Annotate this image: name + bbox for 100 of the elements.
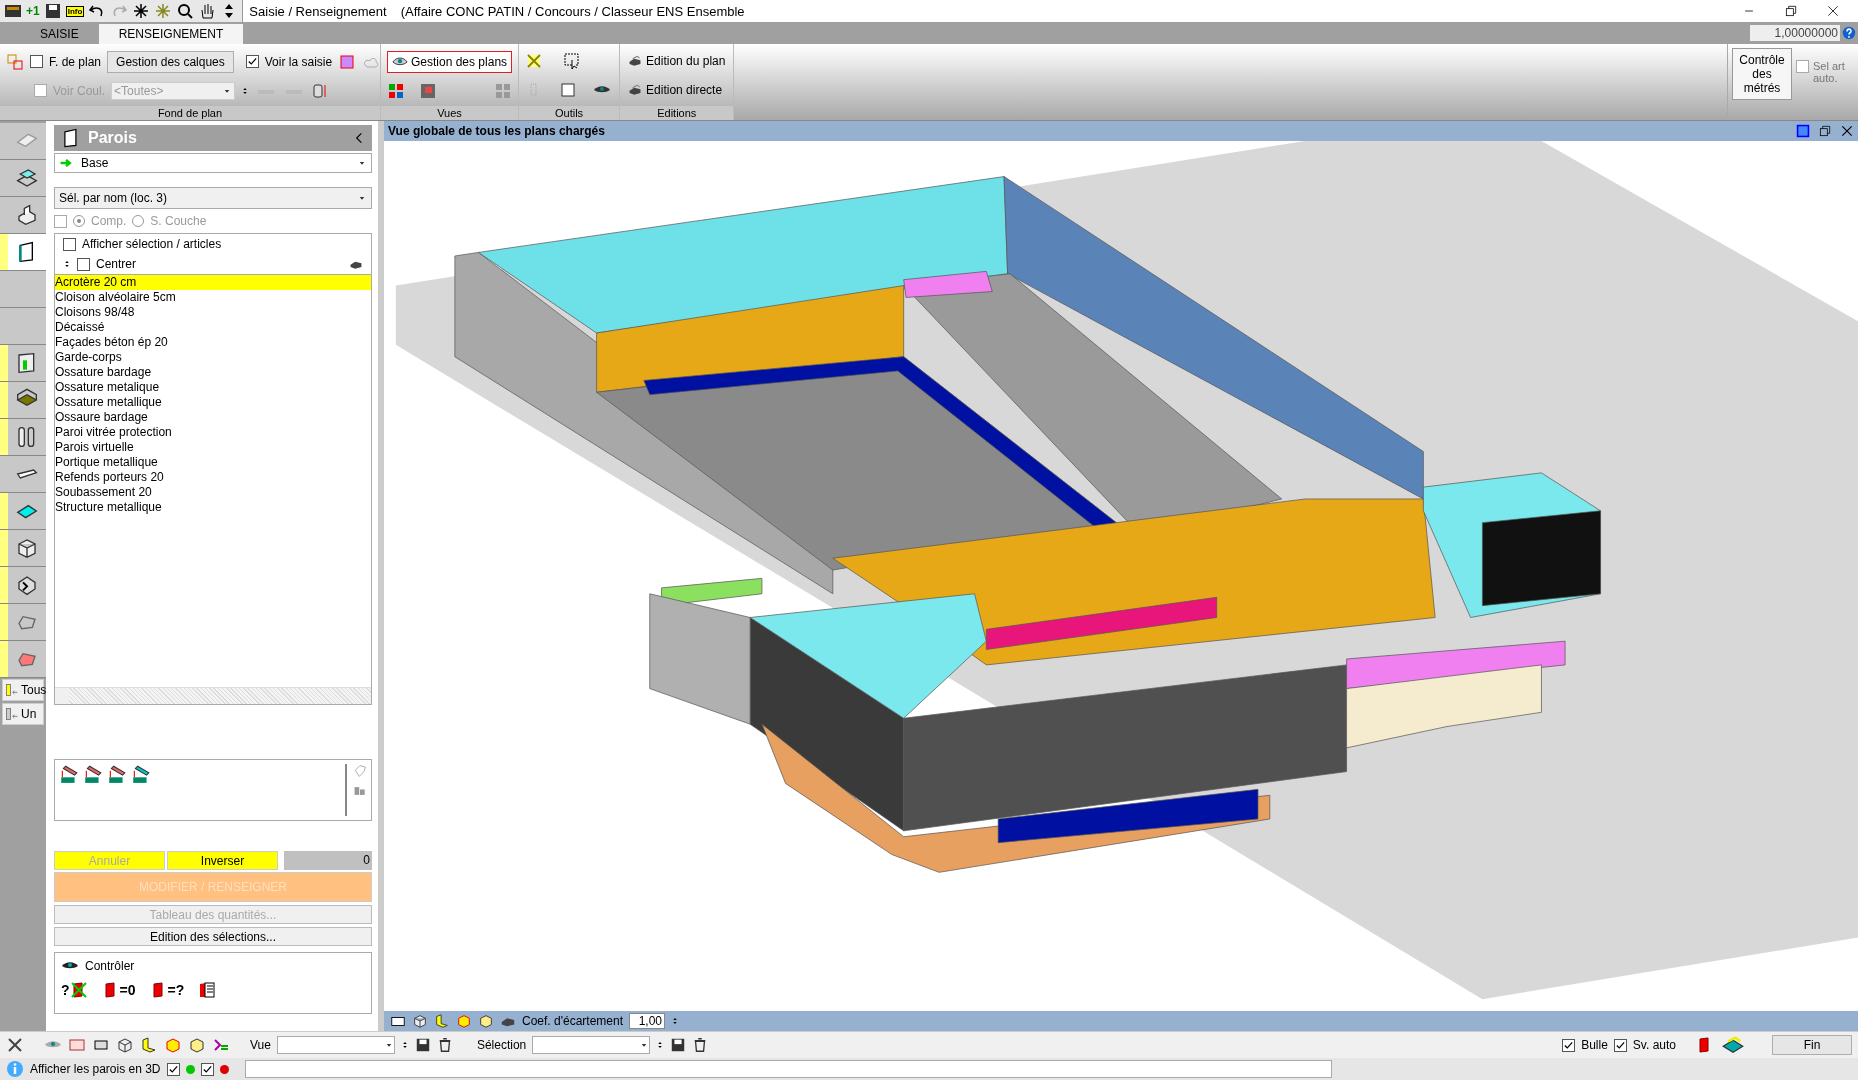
cube-icon[interactable] — [478, 1013, 494, 1029]
info-button[interactable]: Info — [65, 5, 85, 17]
cube-icon[interactable] — [116, 1036, 134, 1054]
quantity-check-button[interactable]: Contrôle des métrés — [1732, 48, 1792, 100]
checkbox-label: F. de plan — [49, 54, 102, 69]
invert-button[interactable]: Inverser — [167, 851, 278, 870]
tool-tab[interactable] — [0, 160, 46, 197]
copy-icon[interactable] — [353, 784, 367, 798]
tool-tab[interactable] — [0, 234, 46, 271]
view-title: Vue globale de tous les plans chargés — [388, 124, 606, 138]
cube-icon[interactable] — [188, 1036, 206, 1054]
control-label: Contrôler — [85, 959, 135, 973]
checkbox[interactable] — [1562, 1038, 1576, 1052]
layers-button[interactable]: Gestion des calques — [107, 50, 234, 73]
group-label: Outils — [519, 106, 620, 120]
finish-button[interactable]: Fin — [1772, 1035, 1852, 1055]
hand-icon[interactable] — [198, 2, 217, 20]
check-tool-button[interactable]: ? — [61, 981, 88, 999]
edit-plan-button[interactable]: Edition du plan — [626, 51, 728, 70]
checkbox[interactable] — [245, 55, 259, 68]
selection-dropdown[interactable]: Sél. par nom (loc. 3) — [54, 187, 372, 209]
tool-tab[interactable] — [0, 530, 46, 567]
save-icon[interactable] — [414, 1037, 431, 1053]
printer-icon[interactable] — [628, 82, 643, 97]
checkbox-label: Sel art auto. — [1813, 60, 1846, 84]
cube-icon[interactable] — [412, 1013, 428, 1029]
save-icon[interactable] — [670, 1037, 687, 1053]
checkbox[interactable] — [200, 1062, 214, 1076]
window-subtitle: (Affaire CONC PATIN / Concours / Classeur ENS Ensemble — [400, 3, 745, 19]
plans-button[interactable]: Gestion des plans — [387, 50, 513, 73]
restore-icon[interactable] — [1818, 124, 1832, 138]
plan-stack-icon[interactable] — [1720, 1034, 1746, 1056]
save-icon[interactable] — [43, 2, 62, 20]
group-label: Editions — [620, 106, 734, 120]
checkbox-label: Centrer — [96, 257, 137, 271]
cross-icon[interactable] — [525, 51, 544, 70]
wall-raise-icon[interactable] — [83, 764, 103, 784]
add-button[interactable]: +1 — [26, 4, 40, 18]
stairs-icon[interactable] — [15, 203, 39, 227]
scale-field[interactable]: 1,00000000 — [1750, 25, 1840, 41]
book-list-icon[interactable] — [198, 981, 217, 999]
count-field: 0 — [284, 851, 372, 870]
tool-tab[interactable] — [0, 345, 46, 382]
radio-label: S. Couche — [150, 214, 207, 228]
group-label: Vues — [381, 106, 519, 120]
tool-tab[interactable] — [0, 197, 46, 234]
base-dropdown[interactable]: Base — [54, 153, 372, 173]
checkbox-label: Afficher sélection / articles — [82, 237, 222, 251]
filter-button[interactable]: Un — [2, 703, 44, 725]
checkbox[interactable] — [77, 257, 90, 271]
corner-icon[interactable] — [434, 1013, 450, 1029]
filter-button[interactable]: Tous — [2, 679, 44, 701]
checkbox[interactable] — [63, 237, 76, 251]
checkbox-label: Bulle — [1581, 1038, 1608, 1052]
window-icon[interactable] — [1796, 124, 1810, 138]
cube-icon[interactable] — [15, 536, 39, 560]
radio-label: Comp. — [91, 214, 127, 228]
spacing-label: Coef. d'écartement — [522, 1014, 623, 1028]
checkbox[interactable] — [166, 1062, 180, 1076]
list-item[interactable]: Acrotère 20 cm — [55, 275, 371, 290]
plan-overlay-icon[interactable] — [418, 81, 437, 100]
selection-label: Sélection — [476, 1038, 527, 1052]
grid-colored-icon[interactable] — [387, 81, 405, 100]
check-tool-button[interactable]: =0 — [101, 981, 136, 999]
wall-raise-icon[interactable] — [59, 764, 79, 784]
horizontal-scrollbar[interactable] — [55, 687, 371, 704]
status-label: Afficher les parois en 3D — [30, 1062, 161, 1076]
close-icon[interactable] — [1826, 4, 1840, 18]
checkbox-label: Voir la saisie — [264, 54, 333, 69]
panel-title: Parois — [88, 129, 138, 147]
printer-icon[interactable] — [628, 53, 643, 68]
view-label: Vue — [250, 1038, 271, 1052]
group-label: Fond de plan — [0, 106, 380, 120]
spacing-field[interactable]: 1,00 — [629, 1013, 665, 1029]
app-logo-icon — [4, 2, 22, 20]
tool-tab[interactable] — [0, 493, 46, 530]
check-tool-button[interactable]: =? — [149, 981, 185, 999]
checkbox[interactable] — [30, 55, 43, 68]
close-icon[interactable] — [1840, 124, 1854, 138]
edit-plan-button[interactable]: Edition directe — [626, 80, 728, 99]
snowflake-icon[interactable] — [132, 2, 151, 20]
restore-icon[interactable] — [1784, 4, 1798, 18]
checkbox[interactable] — [1613, 1038, 1627, 1052]
corner-icon[interactable] — [140, 1036, 158, 1054]
tools-icon[interactable] — [6, 1036, 24, 1054]
layers-plan-icon[interactable] — [6, 52, 24, 71]
tool-tab[interactable] — [0, 567, 46, 604]
tool-tab[interactable] — [0, 419, 46, 456]
zoom-icon[interactable] — [176, 2, 195, 20]
wall-raise-icon[interactable] — [131, 764, 151, 784]
wall-raise-icon[interactable] — [107, 764, 127, 784]
selection-cursor-icon[interactable] — [563, 51, 582, 70]
tool-tab[interactable] — [0, 382, 46, 419]
arrow-left-icon[interactable] — [5, 682, 19, 698]
book-icon[interactable] — [69, 981, 88, 999]
tab[interactable]: RENSEIGNEMENT — [98, 24, 244, 44]
window-title: Saisie / Renseignement — [249, 3, 387, 19]
arrow-left-icon[interactable] — [5, 706, 19, 722]
edit-selections-button[interactable]: Edition des sélections... — [54, 927, 372, 946]
help-icon[interactable] — [1842, 26, 1856, 40]
